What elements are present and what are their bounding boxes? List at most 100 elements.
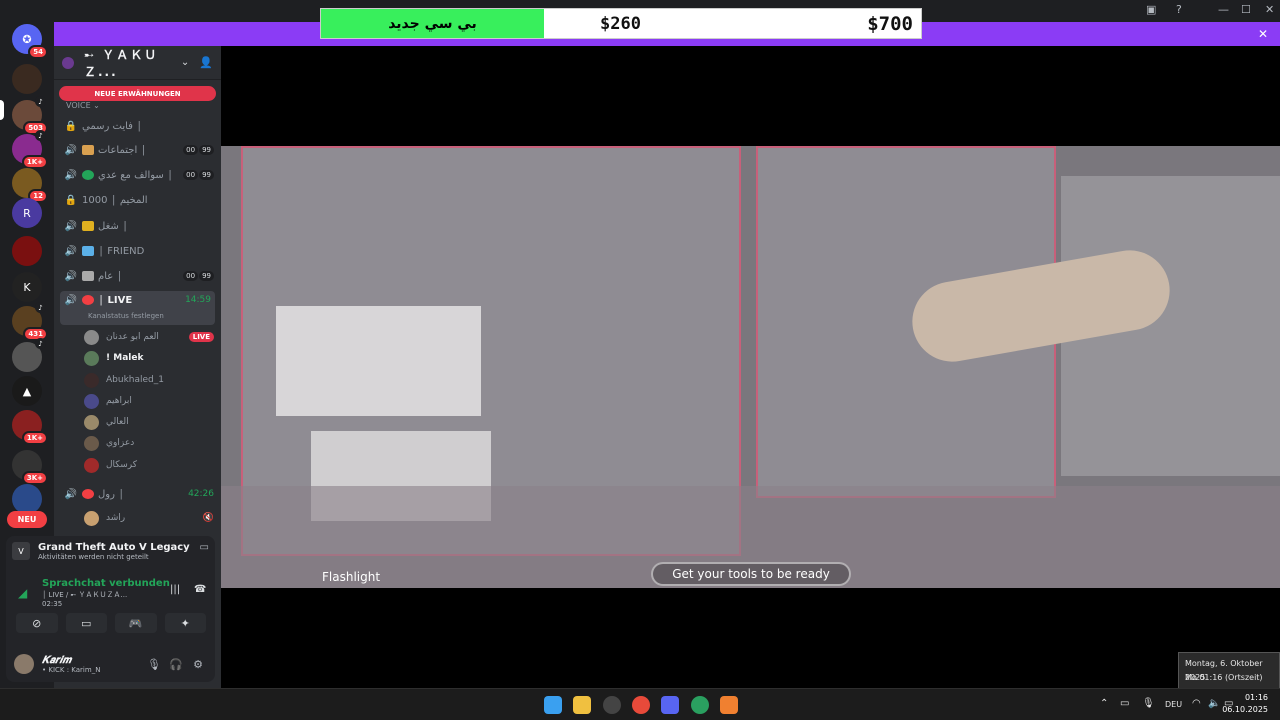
- server-11[interactable]: 1K+: [12, 410, 48, 445]
- voice-channel[interactable]: 🔊 سوالف مع عدي │ 00 99: [64, 165, 214, 185]
- volume-icon[interactable]: 🔈: [1208, 698, 1220, 709]
- new-mentions-button[interactable]: NEUE ERWÄHNUNGEN: [59, 86, 216, 101]
- screen-share-button[interactable]: ▭: [65, 613, 107, 633]
- voice-channel[interactable]: 🔒 المخيم │ 1000: [64, 190, 214, 210]
- server-5[interactable]: R: [12, 198, 42, 228]
- new-servers-button[interactable]: NEU: [7, 511, 47, 528]
- voice-channel[interactable]: 🔊 │ FRIEND: [64, 241, 214, 261]
- server-name: ➸ ＹＡＫＵＺ...: [84, 47, 159, 79]
- username: 𝑲𝒂𝒓𝒊𝒎: [42, 654, 72, 666]
- taskbar-clock[interactable]: 01:16 06.10.2025: [1222, 692, 1268, 716]
- maximize-button[interactable]: ☐: [1241, 3, 1251, 16]
- disconnect-icon[interactable]: ☎: [194, 584, 206, 595]
- speaker-icon: 🔊: [64, 169, 78, 181]
- voice-channel[interactable]: 🔊 رول │ 42:26: [64, 484, 214, 504]
- activity-button[interactable]: 🎮: [115, 613, 157, 633]
- server-10[interactable]: ▲: [12, 376, 42, 406]
- server-7[interactable]: K: [12, 272, 42, 302]
- banner-close-icon[interactable]: ✕: [1258, 27, 1268, 41]
- file-explorer-icon[interactable]: [573, 696, 591, 714]
- mic-icon[interactable]: 🎙: [1142, 698, 1155, 709]
- signal-icon[interactable]: ◢: [18, 586, 27, 600]
- voice-member[interactable]: راشد 🔇: [84, 508, 214, 528]
- voice-status[interactable]: Sprachchat verbunden: [42, 578, 170, 589]
- add-member-icon[interactable]: 👤: [199, 56, 213, 69]
- channel-emoji: [82, 271, 94, 281]
- avatar: [84, 350, 99, 366]
- server-8[interactable]: ♪ 431: [12, 302, 48, 341]
- member-name: ! Malek: [106, 353, 144, 363]
- obs-icon[interactable]: [603, 696, 621, 714]
- notification-icon[interactable]: ▭: [1120, 698, 1129, 709]
- server-12[interactable]: 3K+: [12, 450, 48, 485]
- user-count: 00: [183, 145, 199, 155]
- voice-channel[interactable]: 🔊 عام │ 00 99: [64, 266, 214, 286]
- server-13[interactable]: [12, 484, 42, 514]
- discord-icon[interactable]: [661, 696, 679, 714]
- speaker-icon: ♪: [35, 96, 46, 107]
- help-icon[interactable]: ?: [1176, 3, 1182, 16]
- voice-member[interactable]: Abukhaled_1: [84, 370, 214, 390]
- discord-home-icon[interactable]: ✪ 54: [12, 24, 48, 59]
- voice-channel[interactable]: 🔊 شغل │: [64, 216, 214, 236]
- app-icon[interactable]: [720, 696, 738, 714]
- member-name: دعزاوي: [106, 438, 135, 448]
- server-header[interactable]: ➸ ＹＡＫＵＺ... ⌄ 👤: [54, 46, 221, 80]
- activity-subtitle: Aktivitäten werden nicht geteilt: [38, 553, 149, 561]
- avatar: [84, 457, 99, 473]
- channel-emoji: [82, 221, 94, 231]
- taskbar: ⌃ ▭ 🎙 DEU ◠ 🔈 ▭ 01:16 06.10.2025: [0, 688, 1280, 720]
- live-badge: LIVE: [188, 332, 214, 342]
- channel-name: المخيم │ 1000: [82, 194, 148, 206]
- voice-member[interactable]: ابراهيم: [84, 391, 214, 411]
- chrome-icon[interactable]: [632, 696, 650, 714]
- voice-member[interactable]: ! Malek: [84, 348, 214, 368]
- lock-icon: 🔒: [64, 120, 78, 132]
- avatar[interactable]: [14, 654, 34, 674]
- voice-channel-info[interactable]: │ LIVE / ➸ ＹＡＫＵＺＡ...: [42, 590, 127, 600]
- voice-member[interactable]: العالي: [84, 412, 214, 432]
- clock-date: 06.10.2025: [1222, 705, 1268, 714]
- mic-icon[interactable]: 🎙: [143, 658, 165, 671]
- chevron-up-icon[interactable]: ⌃: [1100, 698, 1108, 709]
- item-caption: Flashlight: [322, 570, 381, 584]
- avatar: [84, 435, 99, 451]
- chevron-down-icon[interactable]: ⌄: [181, 57, 189, 68]
- member-name: العالي: [106, 417, 129, 427]
- voice-category-label: VOICE: [66, 101, 91, 110]
- channel-status[interactable]: Kanalstatus festlegen: [88, 312, 164, 320]
- stream-video[interactable]: Flashlight Get your tools to be ready: [221, 146, 1280, 588]
- gear-icon[interactable]: ⚙: [187, 658, 209, 671]
- inbox-icon[interactable]: ▣: [1146, 3, 1156, 16]
- clock-tooltip: Montag, 6. Oktober 2025 Mo 01:16 (Ortsze…: [1178, 652, 1280, 692]
- soundboard-button[interactable]: ✦: [164, 613, 206, 633]
- headphones-icon[interactable]: 🎧: [165, 658, 187, 671]
- camera-off-button[interactable]: ⊘: [16, 613, 58, 633]
- chrome-profile-icon[interactable]: [691, 696, 709, 714]
- server-3[interactable]: ♪ 1K+: [12, 130, 48, 169]
- server-yakuza[interactable]: [12, 64, 42, 94]
- diamond-icon: [82, 246, 94, 256]
- server-2[interactable]: ♪ 503: [12, 96, 48, 135]
- minimize-button[interactable]: —: [1218, 3, 1229, 16]
- language-indicator[interactable]: DEU: [1165, 700, 1182, 709]
- windows-start-icon[interactable]: [544, 696, 562, 714]
- screen-share-icon[interactable]: ▭: [200, 542, 209, 568]
- channel-name: فايت رسمي │: [82, 120, 143, 132]
- speaker-icon: 🔊: [64, 488, 78, 500]
- server-4[interactable]: 12: [12, 168, 48, 203]
- voice-member[interactable]: دعزاوي: [84, 433, 214, 453]
- voice-member[interactable]: كرسكال: [84, 455, 214, 475]
- voice-channel[interactable]: 🔊 اجتماعات │ 00 99: [64, 140, 214, 160]
- noise-suppression-icon[interactable]: |||: [170, 584, 180, 595]
- voice-member[interactable]: العم ابو عدنان LIVE: [84, 327, 214, 347]
- window-close-button[interactable]: ✕: [1265, 3, 1274, 16]
- wifi-icon[interactable]: ◠: [1192, 698, 1201, 709]
- server-9[interactable]: ♪: [12, 338, 46, 372]
- voice-channel-live[interactable]: 🔊 │ LIVE 14:59 Kanalstatus festlegen: [60, 291, 215, 325]
- speaker-icon: ♪: [35, 338, 46, 349]
- server-6[interactable]: [12, 236, 42, 266]
- voice-category[interactable]: VOICE ⌄: [66, 101, 100, 110]
- voice-channel[interactable]: 🔒 فايت رسمي │: [64, 116, 214, 136]
- goal-target: $700: [867, 12, 913, 35]
